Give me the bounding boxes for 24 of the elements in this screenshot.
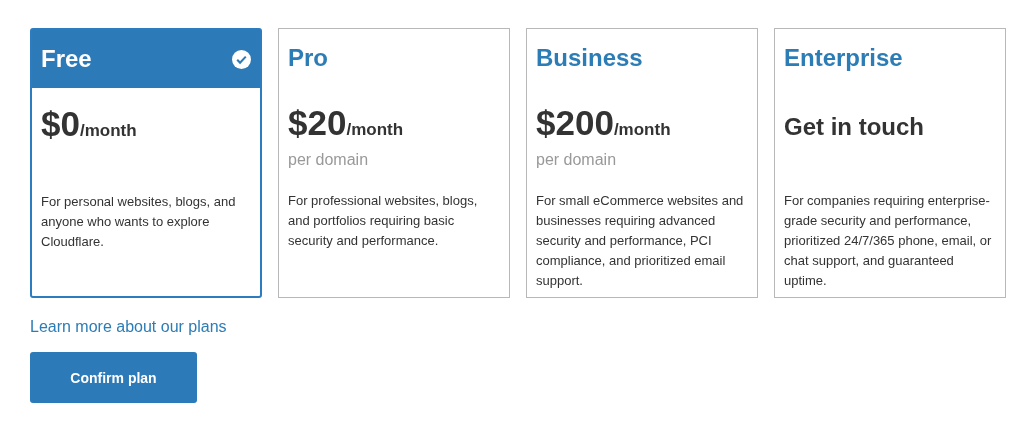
- learn-more-link[interactable]: Learn more about our plans: [30, 318, 227, 336]
- confirm-plan-button[interactable]: Confirm plan: [30, 352, 197, 403]
- price-period: /month: [613, 120, 671, 140]
- plan-name: Pro: [288, 44, 328, 72]
- price-period: /month: [79, 121, 137, 141]
- price-amount: $200: [536, 103, 614, 143]
- price-amount: $20: [288, 103, 347, 143]
- contact-text: Get in touch: [784, 113, 924, 141]
- plan-name: Business: [536, 44, 643, 72]
- price-amount: $0: [41, 104, 80, 144]
- price-period: /month: [346, 120, 404, 140]
- plan-name: Enterprise: [784, 44, 903, 72]
- plan-description: For small eCommerce websites and businesses requiring advanced security and performance, PCI compliance, and prioritized email support.: [535, 192, 745, 290]
- plan-card[interactable]: Business $200/month per domain For small eCommerce websites and businesses requiring advanced security and performance, PCI compliance, and prioritized email support.: [526, 28, 758, 298]
- plan-description: For personal websites, blogs, and anyone who wants to explore Cloudflare.: [40, 193, 237, 251]
- plan-name: Free: [41, 45, 92, 73]
- plan-description: For companies requiring enterprise-grade security and performance, prioritized 24/7/365 phone, email, or chat support, and guaranteed uptime.: [783, 192, 993, 290]
- price-unit: per domain: [536, 151, 618, 169]
- plan-description: For professional websites, blogs, and portfolios requiring basic security and performance.: [287, 192, 479, 250]
- price-unit: per domain: [288, 151, 370, 169]
- plan-card[interactable]: Pro $20/month per domain For professional websites, blogs, and portfolios requiring basic security and performance.: [278, 28, 510, 298]
- plan-card[interactable]: Free $0/month For personal websites, blogs, and anyone who wants to explore Cloudflare.: [30, 28, 262, 298]
- check-icon: [232, 49, 251, 69]
- plan-card[interactable]: Enterprise Get in touch For companies requiring enterprise-grade security and performance, prioritized 24/7/365 phone, email, or chat support, and guaranteed uptime.: [774, 28, 1006, 298]
